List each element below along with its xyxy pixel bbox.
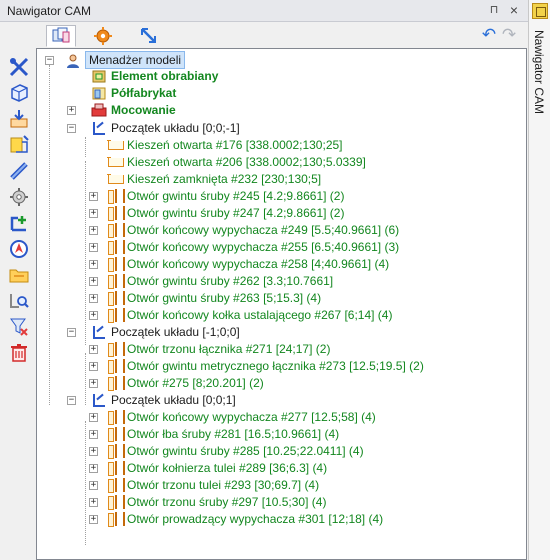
hole-icon [107, 477, 125, 493]
hole-icon [107, 307, 125, 323]
hole-icon [107, 494, 125, 510]
settings-gear-icon[interactable] [8, 186, 30, 208]
expand-icon[interactable]: + [89, 447, 98, 456]
expand-icon[interactable]: + [89, 515, 98, 524]
hole-icon [107, 205, 125, 221]
coordinate-system-icon [91, 392, 107, 408]
stock-import-icon[interactable] [8, 108, 30, 130]
model-manager-icon [67, 54, 79, 68]
navigate-icon[interactable] [8, 238, 30, 260]
expand-icon[interactable]: + [89, 226, 98, 235]
hole-icon [107, 341, 125, 357]
undo-button[interactable]: ↶ [480, 26, 498, 43]
tree-guide [85, 421, 86, 545]
window-title: Nawigator CAM [7, 4, 92, 18]
cube-icon[interactable] [8, 82, 30, 104]
hole-icon [107, 222, 125, 238]
closed-pocket-icon [107, 171, 124, 187]
pin-icon[interactable]: ⊓ [486, 2, 502, 18]
hole-icon [107, 375, 125, 391]
add-operation-icon[interactable] [8, 212, 30, 234]
expand-icon[interactable]: + [89, 277, 98, 286]
side-tab-strip: Nawigator CAM [528, 0, 550, 560]
expand-icon[interactable]: + [89, 464, 98, 473]
expand-icon[interactable]: + [89, 243, 98, 252]
hole-icon [107, 460, 125, 476]
side-tab-label[interactable]: Nawigator CAM [532, 30, 546, 114]
hole-icon [107, 358, 125, 374]
hole-icon [107, 256, 125, 272]
expand-icon[interactable]: + [89, 209, 98, 218]
expand-icon[interactable]: + [89, 192, 98, 201]
fixture-icon [91, 103, 107, 117]
left-toolbar [0, 52, 34, 382]
collapse-icon[interactable]: − [45, 56, 54, 65]
hole-icon [107, 409, 125, 425]
expand-icon[interactable]: + [67, 106, 76, 115]
models-tab[interactable] [46, 25, 76, 47]
hole-icon [107, 426, 125, 442]
stock-icon [92, 87, 106, 100]
tool-link-icon[interactable] [8, 160, 30, 182]
workpiece-icon [92, 70, 106, 83]
coordinate-system-icon [91, 324, 107, 340]
tools-tab[interactable] [88, 25, 118, 47]
collapse-icon[interactable]: − [67, 124, 76, 133]
hole-icon [107, 239, 125, 255]
expand-icon[interactable]: + [89, 294, 98, 303]
open-pocket-icon [107, 154, 124, 170]
expand-icon[interactable]: + [89, 498, 98, 507]
expand-icon[interactable]: + [89, 260, 98, 269]
expand-icon[interactable]: + [89, 430, 98, 439]
expand-icon[interactable]: + [89, 345, 98, 354]
features-icon[interactable] [8, 134, 30, 156]
tree-guide [85, 353, 86, 405]
expand-icon[interactable]: + [89, 413, 98, 422]
open-pocket-icon [107, 137, 124, 153]
hole-icon [107, 273, 125, 289]
operations-tab[interactable] [134, 25, 164, 47]
expand-icon[interactable]: + [89, 311, 98, 320]
tree-guide [85, 161, 86, 345]
tree-guide [85, 137, 86, 157]
clear-filter-icon[interactable] [8, 316, 30, 338]
redo-button[interactable]: ↷ [500, 26, 518, 43]
model-tree[interactable]: − Menadżer modeli Element obrabiany Półf… [36, 48, 527, 560]
hole-icon [107, 188, 125, 204]
cam-navigator-icon[interactable] [532, 3, 548, 19]
expand-icon[interactable]: + [89, 481, 98, 490]
close-icon[interactable]: × [506, 2, 522, 18]
expand-icon[interactable]: + [89, 379, 98, 388]
tree-guide [49, 65, 50, 405]
folder-icon[interactable] [8, 264, 30, 286]
gear-icon [94, 27, 112, 45]
title-bar: Nawigator CAM ⊓ × [0, 0, 528, 22]
tools-cross-icon[interactable] [8, 56, 30, 78]
hole-icon [107, 511, 125, 527]
hole-icon [107, 443, 125, 459]
models-icon [52, 27, 70, 43]
delete-icon[interactable] [8, 342, 30, 364]
coordinate-system-icon [91, 120, 107, 136]
hole-icon [107, 290, 125, 306]
search-model-icon[interactable] [8, 290, 30, 312]
collapse-icon[interactable]: − [67, 328, 76, 337]
navigator-toolbar: ↶ ↷ [0, 23, 527, 48]
expand-icon[interactable]: + [89, 362, 98, 371]
collapse-icon[interactable]: − [67, 396, 76, 405]
toolpath-icon [141, 28, 156, 43]
